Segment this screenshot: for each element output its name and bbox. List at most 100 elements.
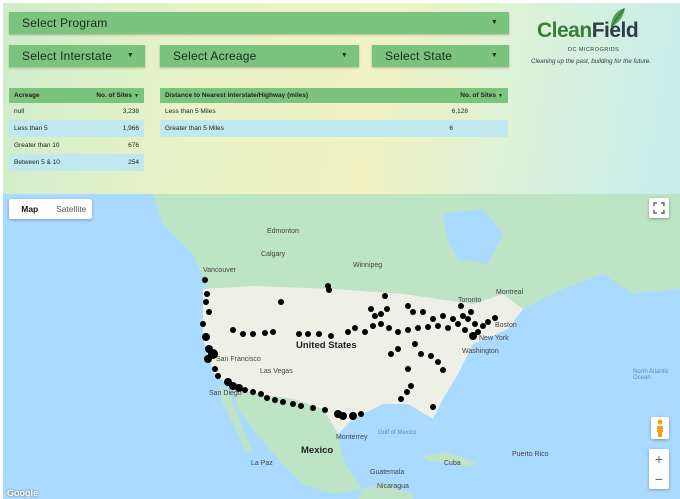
site-marker[interactable] — [410, 309, 416, 315]
site-marker[interactable] — [408, 383, 414, 389]
site-marker[interactable] — [370, 323, 376, 329]
zoom-out-button[interactable]: − — [649, 469, 669, 489]
site-marker[interactable] — [212, 366, 218, 372]
table-row[interactable]: Less than 5 1,966 — [9, 120, 144, 137]
site-marker[interactable] — [215, 373, 221, 379]
acreage-select-label: Select Acreage — [173, 49, 257, 63]
site-marker[interactable] — [472, 321, 478, 327]
site-marker[interactable] — [398, 396, 404, 402]
site-marker[interactable] — [405, 366, 411, 372]
site-marker[interactable] — [435, 359, 441, 365]
site-marker[interactable] — [462, 327, 468, 333]
map-type-satellite-button[interactable]: Satellite — [51, 199, 93, 219]
acreage-select[interactable]: Select Acreage ▼ — [160, 45, 359, 67]
column-header-distance[interactable]: Distance to Nearest Interstate/Highway (… — [160, 88, 406, 103]
site-marker[interactable] — [485, 319, 491, 325]
site-marker[interactable] — [242, 387, 248, 393]
site-marker[interactable] — [200, 321, 206, 327]
site-marker[interactable] — [388, 351, 394, 357]
site-marker[interactable] — [386, 325, 392, 331]
site-marker[interactable] — [465, 316, 471, 322]
site-marker[interactable] — [358, 411, 364, 417]
table-row[interactable]: null 3,238 — [9, 103, 144, 120]
table-row[interactable]: Greater than 10 676 — [9, 137, 144, 154]
site-marker[interactable] — [305, 331, 311, 337]
program-select[interactable]: Select Program ▼ — [9, 12, 509, 34]
site-marker[interactable] — [298, 403, 304, 409]
site-marker[interactable] — [316, 331, 322, 337]
site-marker[interactable] — [450, 316, 456, 322]
site-marker[interactable] — [349, 412, 357, 420]
site-marker[interactable] — [372, 313, 378, 319]
site-marker[interactable] — [339, 412, 347, 420]
site-marker[interactable] — [405, 327, 411, 333]
site-marker[interactable] — [378, 321, 384, 327]
site-marker[interactable] — [420, 309, 426, 315]
table-row[interactable]: Between 5 & 10 254 — [9, 154, 144, 171]
table-row[interactable]: Less than 5 Miles 6,128 — [160, 103, 508, 120]
site-marker[interactable] — [290, 401, 296, 407]
site-marker[interactable] — [492, 315, 498, 321]
site-marker[interactable] — [328, 333, 334, 339]
site-marker[interactable] — [440, 367, 446, 373]
site-marker[interactable] — [430, 316, 436, 322]
site-marker[interactable] — [326, 287, 332, 293]
site-marker[interactable] — [404, 389, 410, 395]
site-marker[interactable] — [278, 299, 284, 305]
site-marker[interactable] — [204, 355, 212, 363]
site-marker[interactable] — [204, 291, 210, 297]
site-marker[interactable] — [384, 306, 390, 312]
site-marker[interactable] — [206, 309, 212, 315]
site-marker[interactable] — [430, 404, 436, 410]
site-marker[interactable] — [382, 293, 388, 299]
site-marker[interactable] — [230, 327, 236, 333]
map-type-map-button[interactable]: Map — [9, 199, 51, 219]
site-marker[interactable] — [428, 353, 434, 359]
site-marker[interactable] — [202, 277, 208, 283]
site-marker[interactable] — [468, 309, 474, 315]
interstate-select[interactable]: Select Interstate ▼ — [9, 45, 145, 67]
column-header-acreage[interactable]: Acreage — [9, 88, 79, 103]
site-marker[interactable] — [202, 333, 210, 341]
site-marker[interactable] — [352, 325, 358, 331]
site-marker[interactable] — [270, 329, 276, 335]
site-marker[interactable] — [418, 351, 424, 357]
site-marker[interactable] — [362, 329, 368, 335]
site-marker[interactable] — [455, 321, 461, 327]
site-marker[interactable] — [480, 323, 486, 329]
site-marker[interactable] — [405, 303, 411, 309]
site-marker[interactable] — [272, 397, 278, 403]
state-select[interactable]: Select State ▼ — [372, 45, 509, 67]
site-marker[interactable] — [395, 329, 401, 335]
site-marker[interactable] — [322, 407, 328, 413]
site-marker[interactable] — [415, 325, 421, 331]
zoom-in-button[interactable]: + — [649, 449, 669, 469]
site-marker[interactable] — [250, 389, 256, 395]
site-marker[interactable] — [445, 325, 451, 331]
site-marker[interactable] — [203, 299, 209, 305]
site-marker[interactable] — [240, 331, 246, 337]
site-marker[interactable] — [460, 313, 466, 319]
site-marker[interactable] — [395, 346, 401, 352]
site-marker[interactable] — [425, 324, 431, 330]
site-marker[interactable] — [262, 330, 268, 336]
site-marker[interactable] — [345, 329, 351, 335]
site-marker[interactable] — [280, 399, 286, 405]
site-marker[interactable] — [440, 313, 446, 319]
fullscreen-button[interactable] — [649, 198, 669, 218]
site-marker[interactable] — [250, 331, 256, 337]
site-marker[interactable] — [368, 306, 374, 312]
map-label-water: North Atlantic Ocean — [633, 369, 669, 381]
sites-map[interactable]: United States Mexico Vancouver Edmonton … — [3, 194, 680, 499]
column-header-sites[interactable]: No. of Sites ▼ — [78, 88, 144, 103]
site-marker[interactable] — [296, 331, 302, 337]
site-marker[interactable] — [412, 341, 418, 347]
site-marker[interactable] — [258, 391, 264, 397]
column-header-sites[interactable]: No. of Sites ▼ — [405, 88, 508, 103]
site-marker[interactable] — [378, 311, 384, 317]
street-view-button[interactable] — [651, 417, 669, 439]
table-row[interactable]: Greater than 5 Miles 6 — [160, 120, 508, 137]
site-marker[interactable] — [435, 323, 441, 329]
site-marker[interactable] — [310, 405, 316, 411]
site-marker[interactable] — [264, 395, 270, 401]
